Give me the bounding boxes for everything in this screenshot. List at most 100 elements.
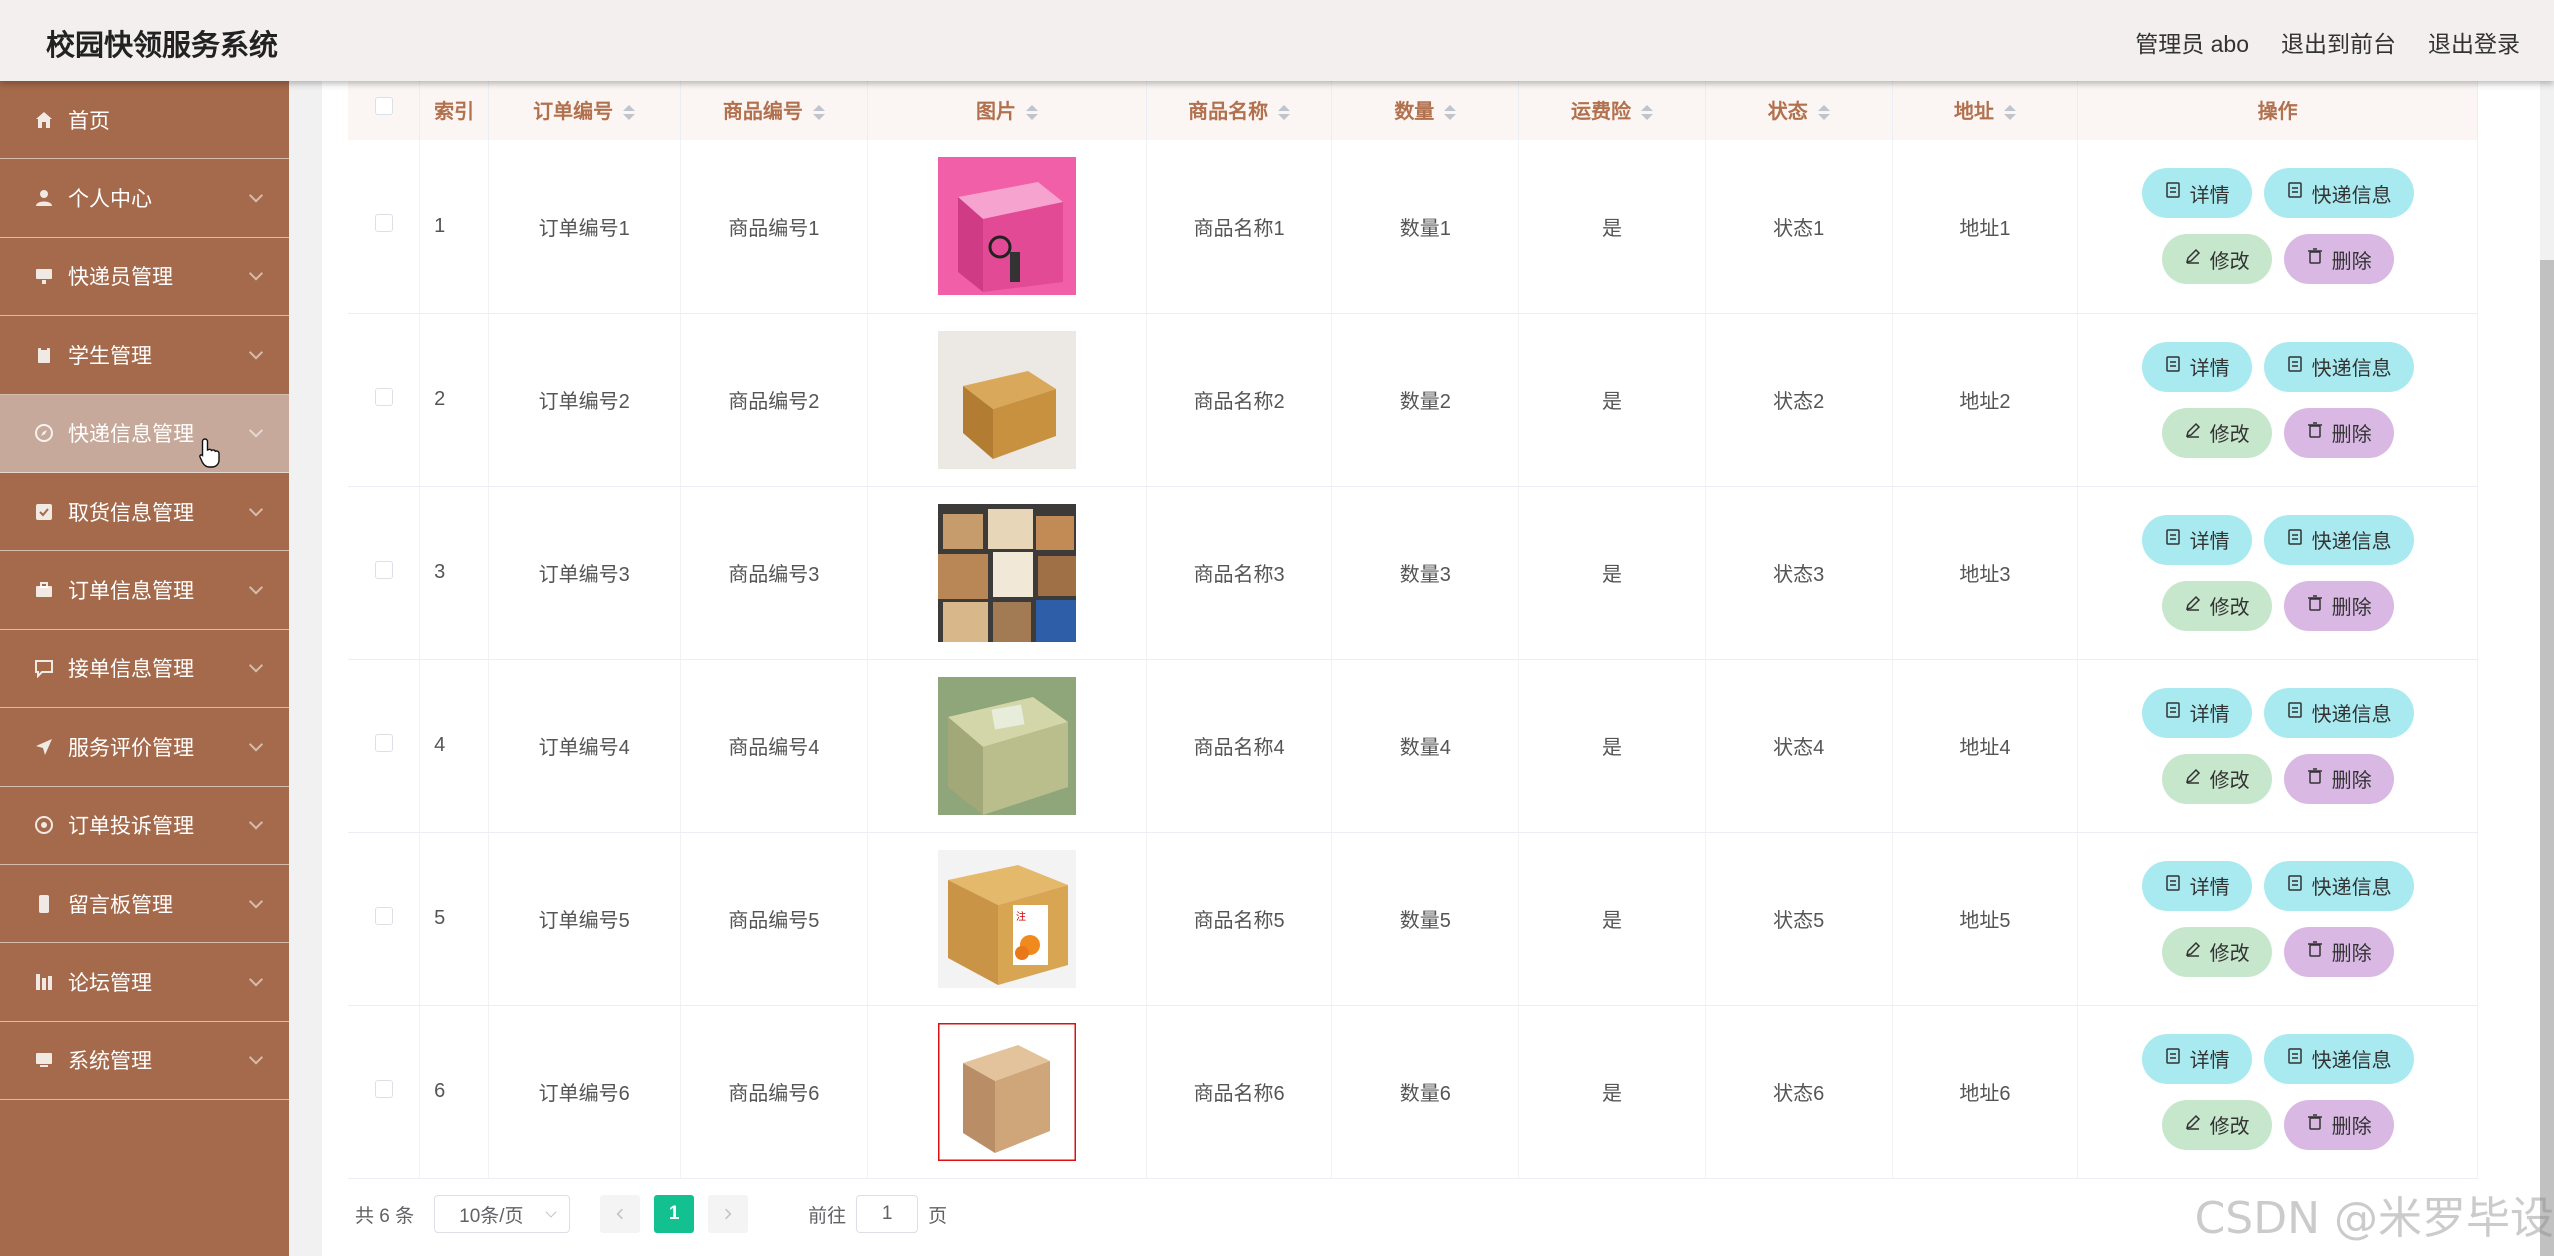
row-checkbox[interactable]: [374, 560, 393, 579]
product-image[interactable]: [938, 503, 1076, 642]
sidebar-item-accept-order[interactable]: 接单信息管理: [0, 630, 289, 709]
row-checkbox[interactable]: [374, 733, 393, 752]
sort-icon[interactable]: [1641, 104, 1654, 120]
edit-button[interactable]: 修改: [2161, 407, 2272, 458]
sort-icon[interactable]: [1278, 104, 1291, 120]
delete-button[interactable]: 删除: [2283, 753, 2394, 804]
express-info-button[interactable]: 快递信息: [2263, 687, 2414, 738]
product-image[interactable]: [938, 157, 1076, 296]
product-image[interactable]: 注: [938, 849, 1076, 988]
order-no-cell: 订单编号2: [488, 313, 681, 487]
index-cell: 5: [419, 832, 489, 1006]
column-header-image[interactable]: 图片: [867, 78, 1147, 140]
button-label: 快递信息: [2311, 704, 2392, 726]
button-label: 详情: [2189, 358, 2230, 380]
express-info-button[interactable]: 快递信息: [2263, 860, 2414, 911]
product-name-cell: 商品名称6: [1146, 1005, 1333, 1179]
sidebar-item-courier[interactable]: 快递员管理: [0, 238, 289, 317]
sort-icon[interactable]: [1026, 104, 1038, 120]
column-header-address[interactable]: 地址: [1892, 78, 2079, 140]
scrollbar-thumb[interactable]: [2540, 260, 2554, 1256]
sidebar-item-label: 快递信息管理: [68, 423, 194, 447]
button-label: 详情: [2189, 1050, 2230, 1072]
row-checkbox[interactable]: [374, 1079, 393, 1098]
document-icon: [2164, 701, 2182, 725]
page-size-select[interactable]: 10条/页: [434, 1195, 571, 1233]
column-header-product-no[interactable]: 商品编号: [680, 78, 869, 140]
sidebar-item-order-info[interactable]: 订单信息管理: [0, 551, 289, 630]
edit-button[interactable]: 修改: [2161, 926, 2272, 977]
column-header-quantity[interactable]: 数量: [1331, 78, 1520, 140]
sidebar-item-pickup-info[interactable]: 取货信息管理: [0, 473, 289, 552]
index-cell: 3: [419, 486, 489, 660]
sidebar-item-personal-center[interactable]: 个人中心: [0, 159, 289, 238]
sidebar-item-forum[interactable]: 论坛管理: [0, 943, 289, 1022]
row-checkbox[interactable]: [374, 214, 393, 233]
express-info-button[interactable]: 快递信息: [2263, 168, 2414, 219]
express-info-button[interactable]: 快递信息: [2263, 1033, 2414, 1084]
status-cell: 状态2: [1705, 313, 1893, 487]
prev-page-button[interactable]: [600, 1195, 641, 1233]
goto-page-input[interactable]: [856, 1195, 919, 1233]
detail-button[interactable]: 详情: [2141, 687, 2252, 738]
grid-icon: [34, 972, 54, 992]
sidebar-item-home[interactable]: 首页: [0, 81, 289, 160]
delete-button[interactable]: 删除: [2283, 580, 2394, 631]
edit-button[interactable]: 修改: [2161, 234, 2272, 285]
svg-text:注: 注: [1016, 910, 1026, 923]
sidebar-item-order-complaint[interactable]: 订单投诉管理: [0, 787, 289, 865]
sidebar-item-label: 个人中心: [68, 188, 152, 212]
order-no-cell: 订单编号4: [488, 659, 681, 833]
express-info-button[interactable]: 快递信息: [2263, 514, 2414, 565]
column-header-product-name[interactable]: 商品名称: [1146, 78, 1333, 140]
delete-button[interactable]: 删除: [2283, 1099, 2394, 1150]
row-checkbox[interactable]: [374, 387, 393, 406]
product-image[interactable]: [938, 1022, 1076, 1161]
delete-button[interactable]: 删除: [2283, 407, 2394, 458]
detail-button[interactable]: 详情: [2141, 1033, 2252, 1084]
column-header-status[interactable]: 状态: [1705, 78, 1893, 140]
table-header-row: 索引 订单编号 商品编号 图片 商品名称 数量 运费险 状态 地址 操作: [348, 78, 2478, 140]
exit-to-front-link[interactable]: 退出到前台: [2281, 25, 2396, 59]
sidebar-item-service-review[interactable]: 服务评价管理: [0, 708, 289, 787]
product-image[interactable]: [938, 676, 1076, 815]
sort-icon[interactable]: [623, 104, 636, 120]
sort-icon[interactable]: [2003, 104, 2016, 120]
delete-button[interactable]: 删除: [2283, 234, 2394, 285]
sidebar-item-express-info[interactable]: 快递信息管理: [0, 394, 289, 473]
edit-button[interactable]: 修改: [2161, 1099, 2272, 1150]
sidebar-item-system[interactable]: 系统管理: [0, 1022, 289, 1101]
document-icon: [2286, 1047, 2304, 1071]
chevron-down-icon: [248, 972, 264, 987]
express-info-button[interactable]: 快递信息: [2263, 341, 2414, 392]
sort-icon[interactable]: [812, 104, 825, 120]
image-cell: [867, 486, 1147, 660]
delete-button[interactable]: 删除: [2283, 926, 2394, 977]
chevron-down-icon: [248, 345, 264, 360]
row-checkbox[interactable]: [374, 906, 393, 925]
chevron-down-icon: [248, 658, 264, 673]
sort-icon[interactable]: [1444, 104, 1457, 120]
product-image[interactable]: [938, 330, 1076, 469]
column-header-insurance[interactable]: 运费险: [1518, 78, 1706, 140]
column-header-order-no[interactable]: 订单编号: [488, 78, 681, 140]
address-cell: 地址4: [1892, 659, 2079, 833]
sidebar-item-message-board[interactable]: 留言板管理: [0, 865, 289, 944]
detail-button[interactable]: 详情: [2141, 514, 2252, 565]
logout-link[interactable]: 退出登录: [2428, 25, 2520, 59]
insurance-cell: 是: [1518, 140, 1706, 314]
sidebar-item-student[interactable]: 学生管理: [0, 316, 289, 395]
sort-icon[interactable]: [1817, 104, 1830, 120]
pencil-icon: [2184, 594, 2202, 618]
detail-button[interactable]: 详情: [2141, 168, 2252, 219]
edit-button[interactable]: 修改: [2161, 753, 2272, 804]
briefcase-icon: [34, 580, 54, 600]
detail-button[interactable]: 详情: [2141, 341, 2252, 392]
edit-button[interactable]: 修改: [2161, 580, 2272, 631]
insurance-cell: 是: [1518, 659, 1706, 833]
detail-button[interactable]: 详情: [2141, 860, 2252, 911]
quantity-cell: 数量1: [1331, 140, 1520, 314]
select-all-checkbox[interactable]: [374, 97, 393, 115]
page-number-current[interactable]: 1: [654, 1195, 695, 1233]
next-page-button[interactable]: [708, 1195, 749, 1233]
